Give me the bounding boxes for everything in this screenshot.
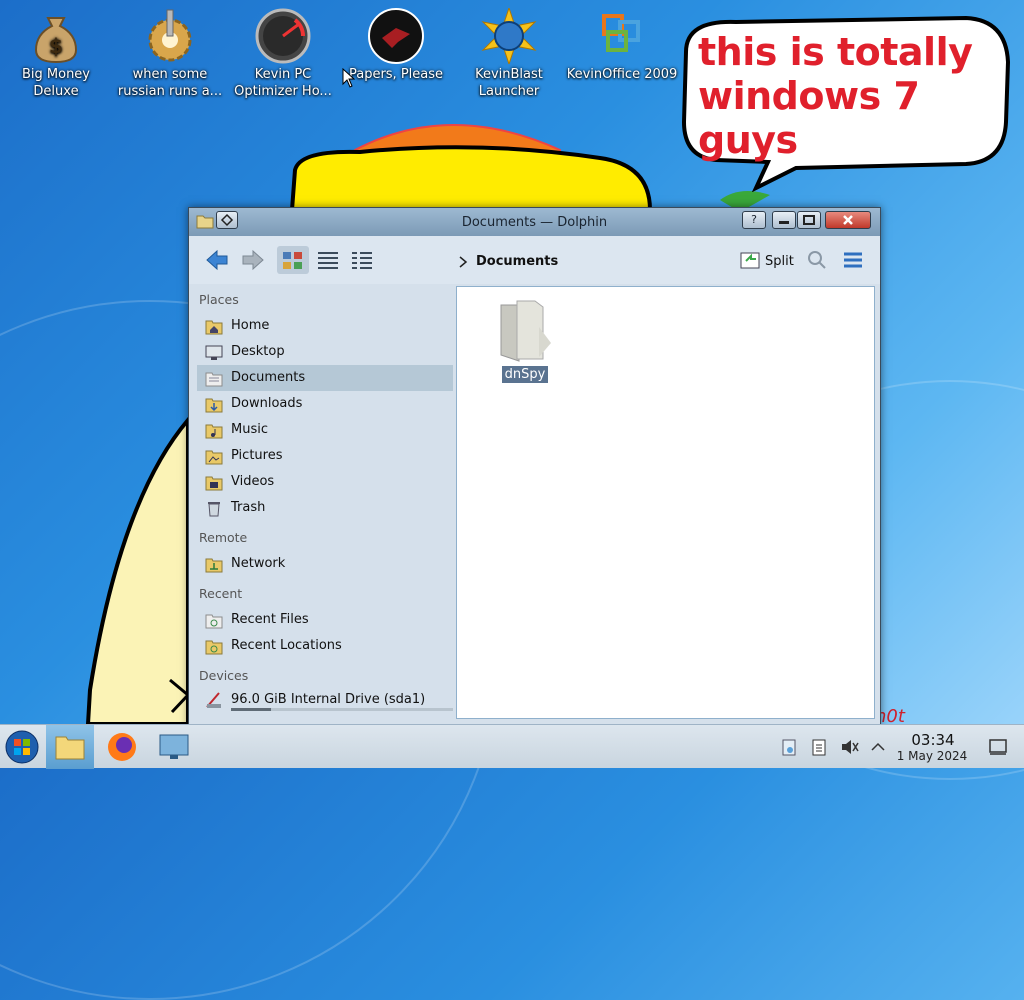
compact-view-icon	[318, 252, 338, 269]
hamburger-menu-icon	[844, 252, 862, 268]
network-folder-icon	[205, 558, 223, 573]
file-item-dnspy[interactable]: dnSpy	[495, 297, 555, 383]
devices-group-title: Devices	[199, 668, 249, 683]
sidebar-item-trash[interactable]: Trash	[197, 495, 453, 521]
mouse-cursor-icon	[342, 68, 356, 88]
sidebar-item-videos[interactable]: Videos	[197, 469, 453, 495]
recent-locations-icon	[205, 640, 223, 655]
file-manager-icon	[55, 736, 85, 760]
volume-muted-icon[interactable]	[840, 737, 860, 757]
forward-button[interactable]	[237, 246, 267, 274]
sidebar-item-documents[interactable]: Documents	[197, 365, 453, 391]
details-view-button[interactable]	[347, 246, 377, 274]
desktop-icon-papers-please[interactable]: Papers, Please	[340, 8, 452, 83]
breadcrumb-documents[interactable]: Documents	[476, 254, 558, 269]
close-icon	[843, 215, 853, 225]
sidebar-item-internal-drive[interactable]: 96.0 GiB Internal Drive (sda1)	[197, 687, 453, 713]
sidebar-item-home[interactable]: Home	[197, 313, 453, 339]
desktop-icon-kevinoffice-2009[interactable]: KevinOffice 2009	[566, 8, 678, 83]
arrow-left-icon	[206, 249, 228, 271]
office-logo-icon	[602, 14, 640, 52]
start-button[interactable]	[4, 729, 40, 765]
eagle-emblem-icon	[368, 8, 424, 64]
chevron-right-icon	[459, 256, 468, 268]
desktop-icon-kevin-pc-optimizer[interactable]: Kevin PC Optimizer Ho...	[227, 8, 339, 100]
notes-tray-icon[interactable]	[810, 737, 828, 757]
downloads-folder-icon	[205, 398, 223, 413]
remote-group-title: Remote	[199, 530, 248, 545]
recent-group-title: Recent	[199, 586, 243, 601]
desktop-icon-russian-gear[interactable]: when some russian runs a...	[114, 8, 226, 100]
taskbar-firefox[interactable]	[100, 725, 144, 769]
file-item-label: dnSpy	[501, 366, 549, 383]
minimize-button[interactable]	[772, 211, 796, 229]
search-button[interactable]	[805, 246, 829, 274]
recent-files-icon	[205, 614, 223, 629]
documents-folder-icon	[205, 372, 223, 387]
bubble-line-1: this is totally	[698, 30, 973, 74]
show-desktop-icon[interactable]	[988, 737, 1008, 757]
clipboard-tray-icon[interactable]	[780, 737, 798, 757]
menu-button[interactable]	[839, 246, 867, 274]
search-icon	[808, 251, 826, 269]
help-label: ?	[751, 213, 757, 226]
home-folder-icon	[205, 320, 223, 335]
sidebar-item-downloads[interactable]: Downloads	[197, 391, 453, 417]
gear-icon	[148, 9, 192, 62]
videos-folder-icon	[205, 476, 223, 491]
taskbar-file-manager[interactable]	[46, 725, 94, 769]
start-orb-icon	[5, 730, 39, 764]
svg-text:$: $	[49, 34, 63, 58]
close-button[interactable]	[825, 211, 871, 229]
bubble-line-2: windows 7 guys	[698, 74, 920, 162]
toolbar: Documents Split	[189, 236, 880, 284]
icons-view-icon	[283, 252, 302, 269]
sidebar-item-music[interactable]: Music	[197, 417, 453, 443]
drive-usage-bar	[231, 708, 453, 711]
folder-icon	[500, 300, 551, 362]
firefox-icon	[108, 733, 136, 761]
back-button[interactable]	[203, 246, 233, 274]
places-panel: Places Home Desktop Documents Downloads …	[193, 288, 453, 726]
help-button[interactable]: ?	[742, 211, 766, 229]
chevron-up-icon[interactable]	[870, 737, 886, 757]
maximize-button[interactable]	[797, 211, 821, 229]
sidebar-item-pictures[interactable]: Pictures	[197, 443, 453, 469]
pictures-folder-icon	[205, 450, 223, 465]
minimize-icon	[779, 221, 789, 224]
dolphin-window[interactable]: Documents — Dolphin ? Documents Split Pl…	[188, 207, 881, 727]
clock-date[interactable]: 1 May 2024	[892, 749, 972, 763]
icons-view-button[interactable]	[277, 246, 309, 274]
maximize-icon	[803, 215, 815, 225]
sidebar-item-recent-files[interactable]: Recent Files	[197, 607, 453, 633]
details-view-icon	[352, 252, 372, 269]
split-view-icon	[740, 252, 760, 269]
drive-icon	[206, 692, 221, 708]
window-titlebar[interactable]: Documents — Dolphin ?	[189, 208, 880, 236]
gauge-icon	[255, 8, 311, 64]
file-view[interactable]: dnSpy	[456, 286, 875, 719]
trash-icon	[208, 502, 220, 517]
money-bag-icon: $	[34, 17, 78, 64]
split-label: Split	[765, 254, 794, 269]
desktop-icon-big-money-deluxe[interactable]: $ Big Money Deluxe	[0, 8, 112, 100]
sidebar-item-network[interactable]: Network	[197, 551, 453, 577]
sidebar-item-desktop[interactable]: Desktop	[197, 339, 453, 365]
clock-time[interactable]: 03:34	[898, 731, 968, 749]
taskbar-system-settings[interactable]	[152, 725, 196, 769]
system-settings-icon	[159, 734, 189, 759]
music-folder-icon	[205, 424, 223, 439]
blast-globe-icon	[481, 8, 537, 64]
desktop-icon-kevinblast-launcher[interactable]: KevinBlast Launcher	[453, 8, 565, 100]
places-group-title: Places	[199, 292, 239, 307]
drive-usage-fill	[231, 708, 271, 711]
compact-view-button[interactable]	[313, 246, 343, 274]
taskbar: 03:34 1 May 2024	[0, 724, 1024, 769]
sidebar-item-recent-locations[interactable]: Recent Locations	[197, 633, 453, 659]
desktop-icon	[205, 345, 223, 360]
bubble-text: this is totally windows 7 guys	[698, 30, 1008, 162]
arrow-right-icon	[242, 249, 264, 271]
